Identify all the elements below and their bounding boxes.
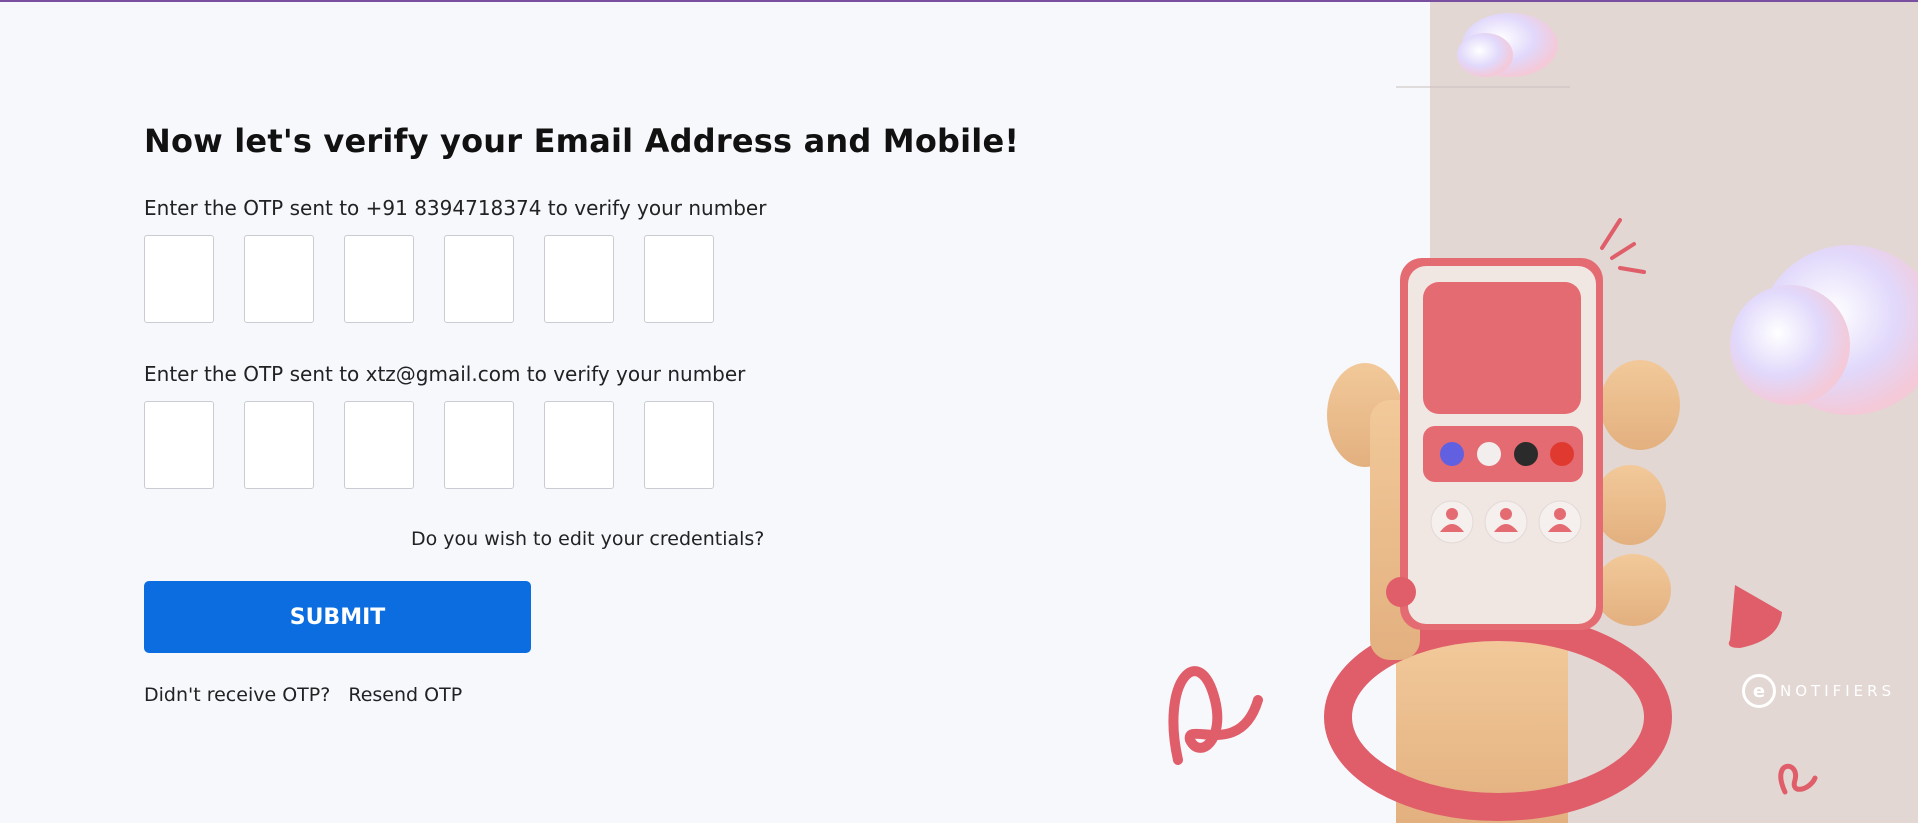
phone-otp-digit-6[interactable] [644, 235, 714, 323]
email-otp-digit-5[interactable] [544, 401, 614, 489]
brand-logo-icon: e [1742, 674, 1776, 708]
phone-otp-digit-3[interactable] [344, 235, 414, 323]
squiggle-left-icon [1168, 666, 1263, 765]
email-otp-label: Enter the OTP sent to xtz@gmail.com to v… [144, 362, 746, 386]
email-otp-digit-6[interactable] [644, 401, 714, 489]
email-otp-inputs [144, 401, 714, 489]
edit-credentials-link[interactable]: Do you wish to edit your credentials? [411, 528, 764, 550]
phone-otp-digit-2[interactable] [244, 235, 314, 323]
brand-logo: e NOTIFIERS [1742, 674, 1895, 708]
email-otp-digit-1[interactable] [144, 401, 214, 489]
submit-button[interactable]: SUBMIT [144, 581, 531, 653]
phone-otp-digit-4[interactable] [444, 235, 514, 323]
resend-otp-link[interactable]: Resend OTP [348, 684, 462, 706]
email-otp-digit-3[interactable] [344, 401, 414, 489]
resend-row: Didn't receive OTP? Resend OTP [144, 684, 462, 706]
page-title: Now let's verify your Email Address and … [144, 122, 1020, 160]
brand-name: NOTIFIERS [1780, 682, 1896, 700]
phone-otp-label: Enter the OTP sent to +91 8394718374 to … [144, 196, 767, 220]
email-otp-digit-4[interactable] [444, 401, 514, 489]
phone-otp-inputs [144, 235, 714, 323]
email-otp-digit-2[interactable] [244, 401, 314, 489]
phone-otp-digit-5[interactable] [544, 235, 614, 323]
phone-otp-digit-1[interactable] [144, 235, 214, 323]
resend-prompt: Didn't receive OTP? [144, 684, 331, 706]
